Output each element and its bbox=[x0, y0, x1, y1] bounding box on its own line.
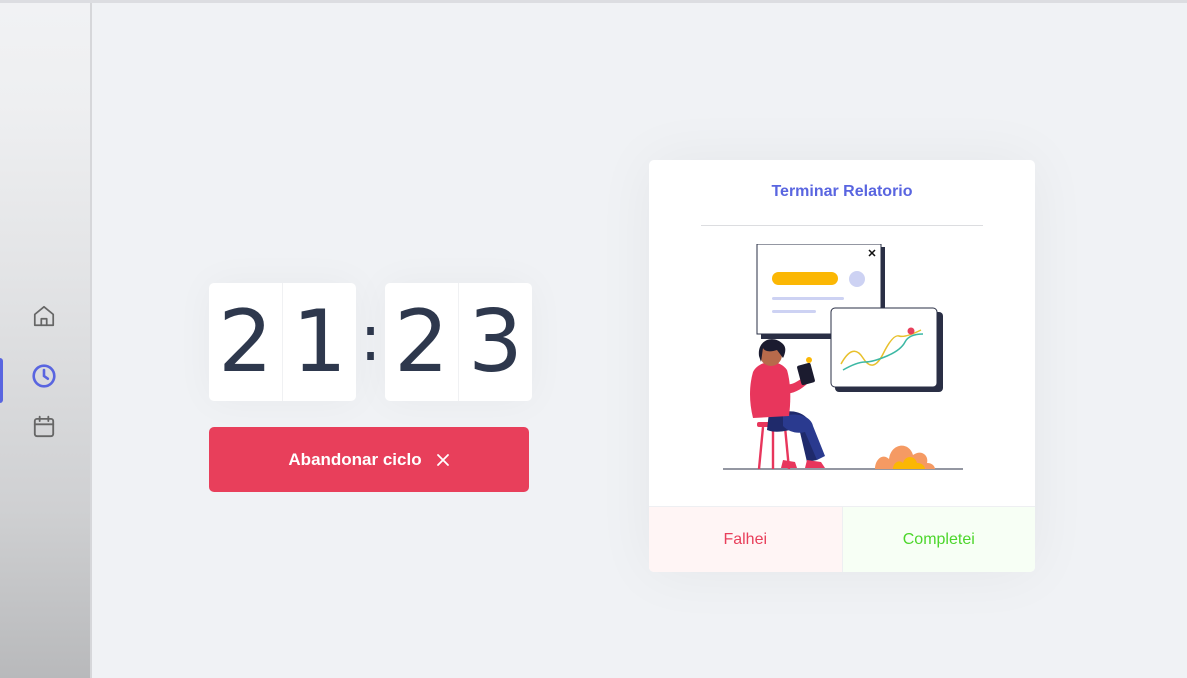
complete-button[interactable]: Completei bbox=[842, 507, 1035, 572]
sidebar-item-calendar[interactable] bbox=[0, 407, 90, 447]
minutes-tens-digit: 2 bbox=[218, 292, 273, 392]
minutes-ones-digit: 1 bbox=[282, 283, 356, 401]
woman-reading-report-illustration bbox=[723, 244, 963, 470]
seconds-ones-digit: 3 bbox=[458, 283, 532, 401]
sidebar-item-home[interactable] bbox=[0, 296, 90, 336]
abandon-cycle-label: Abandonar ciclo bbox=[288, 449, 422, 469]
seconds-display: 2 3 bbox=[385, 283, 532, 401]
calendar-icon bbox=[33, 415, 55, 438]
task-card: Terminar Relatorio Falhei Completei bbox=[649, 160, 1035, 572]
divider bbox=[701, 225, 983, 226]
countdown-timer: 2 1 : 2 3 bbox=[209, 283, 532, 401]
task-actions: Falhei Completei bbox=[649, 506, 1035, 572]
minutes-display: 2 1 bbox=[209, 283, 356, 401]
task-title: Terminar Relatorio bbox=[771, 183, 913, 200]
top-border bbox=[0, 0, 1187, 3]
close-icon bbox=[436, 453, 449, 466]
clock-icon bbox=[32, 364, 56, 388]
time-separator: : bbox=[359, 302, 382, 376]
abandon-cycle-button[interactable]: Abandonar ciclo bbox=[209, 427, 529, 492]
sidebar-item-timer[interactable] bbox=[0, 356, 90, 396]
seconds-tens-digit: 2 bbox=[394, 292, 449, 392]
sidebar bbox=[0, 3, 92, 678]
home-icon bbox=[33, 305, 55, 327]
fail-button[interactable]: Falhei bbox=[649, 507, 843, 572]
